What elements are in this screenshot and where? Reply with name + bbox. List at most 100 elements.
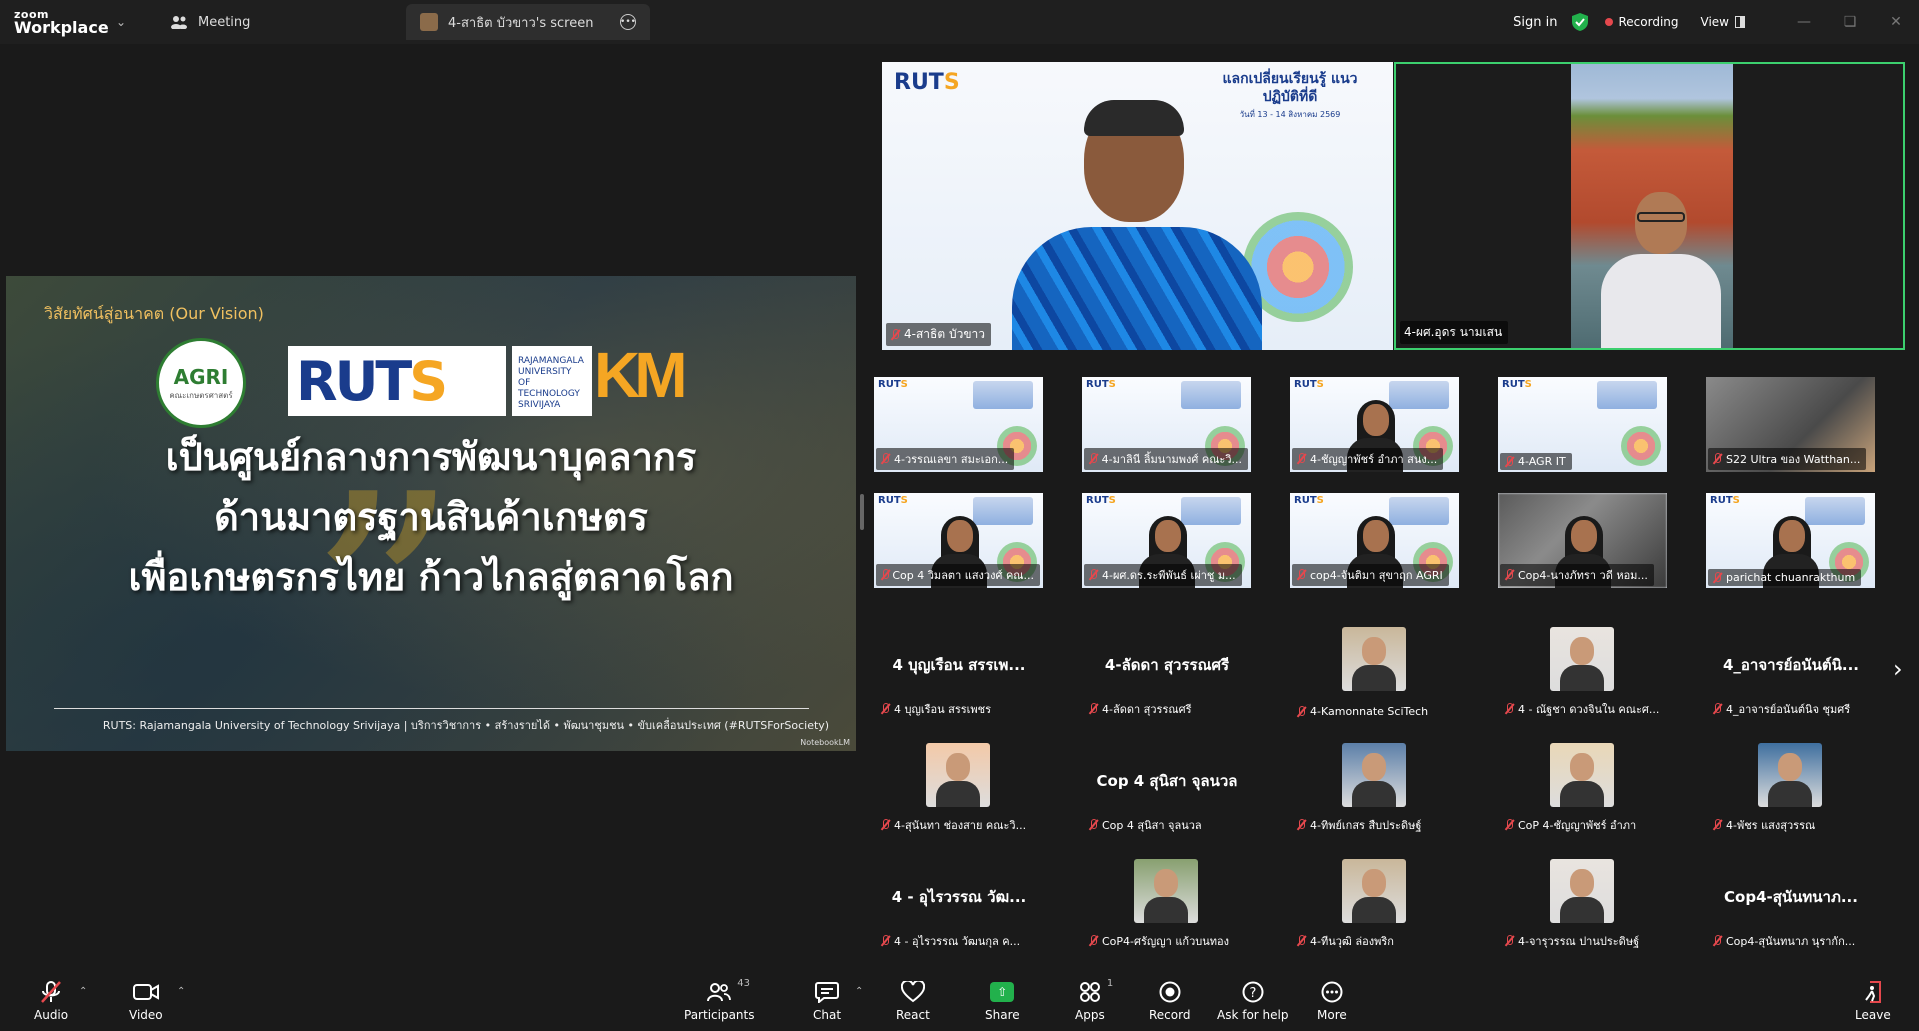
video-tile[interactable]: RUTS 4-วรรณเลขา สมะเอก... xyxy=(874,377,1043,472)
participant-tile[interactable]: 4-Kamonnate SciTech xyxy=(1290,627,1460,722)
top-right-controls: Sign in Recording View — ❏ ✕ xyxy=(1499,0,1919,44)
headline-line-1: เป็นศูนย์กลางการพัฒนาบุคลากร xyxy=(165,435,697,479)
ruts-logo-s: S xyxy=(900,379,908,390)
recording-indicator[interactable]: Recording xyxy=(1605,15,1679,29)
record-button[interactable]: Record xyxy=(1149,980,1190,1022)
chat-button[interactable]: Chat xyxy=(813,980,841,1022)
ruts-logo-s: S xyxy=(1524,379,1532,390)
name-tag: Cop4-นางภัทรา วดี หอม... xyxy=(1500,564,1654,586)
recording-label: Recording xyxy=(1618,15,1679,29)
share-button[interactable]: ⇧ Share xyxy=(985,980,1020,1022)
agri-logo: AGRI คณะเกษตรศาสตร์ xyxy=(156,338,246,428)
avatar xyxy=(420,13,438,31)
maximize-icon[interactable]: ❏ xyxy=(1827,14,1873,30)
more-button[interactable]: More xyxy=(1317,980,1347,1022)
react-label: React xyxy=(896,1008,930,1022)
chevron-up-icon[interactable]: ⌃ xyxy=(855,986,863,997)
zoom-logo[interactable]: zoom Workplace xyxy=(0,9,112,36)
more-options-icon[interactable]: ••• xyxy=(620,14,636,30)
split-resize-handle[interactable] xyxy=(860,494,864,530)
participant-tile[interactable]: 4-พัชร แสงสุวรรณ xyxy=(1706,743,1876,838)
participant-display-name: 4-ลัดดา สุวรรณศรี xyxy=(1104,656,1230,674)
video-tile[interactable]: RUTS 4-มาลินี ลิ้มนามพงศ์ คณะวิ... xyxy=(1082,377,1251,472)
participant-tile[interactable]: 4 - อุไรวรรณ วัฒ... 4 - อุไรวรรณ วัฒนกุล … xyxy=(874,859,1044,954)
participant-tile[interactable]: CoP4-ศรัญญา แก้วบนทอง xyxy=(1082,859,1252,954)
mic-muted-icon xyxy=(1088,935,1098,947)
chevron-up-icon[interactable]: ⌃ xyxy=(79,986,87,997)
mic-muted-icon xyxy=(1712,703,1722,715)
video-tile[interactable]: RUTS parichat chuanrakthum xyxy=(1706,493,1875,588)
participant-tile[interactable]: 4 - ณัฐชา ดวงจินใน คณะศ... xyxy=(1498,627,1668,722)
name-tag: 4-จารุวรรณ ปานประดิษฐ์ xyxy=(1500,930,1645,952)
participant-name: CoP 4-ชัญญาพัชร์ อำภา xyxy=(1518,819,1637,832)
video-tile[interactable]: RUTS 4-ชัญญาพัชร์ อำภา สนง... xyxy=(1290,377,1459,472)
ruts-logo: RUTS xyxy=(1086,495,1116,506)
record-label: Record xyxy=(1149,1008,1191,1022)
ruts-logo-s: S xyxy=(1732,495,1740,506)
video-tile[interactable]: S22 Ultra ของ Watthan... xyxy=(1706,377,1875,472)
video-tile-active-speaker[interactable]: 4-ผศ.อุดร นามเสน xyxy=(1394,62,1905,350)
ruts-logo-s: S xyxy=(943,70,960,95)
ruts-logo-text: RUT xyxy=(1086,379,1109,390)
close-icon[interactable]: ✕ xyxy=(1873,14,1919,30)
ruts-logo-text: RUT xyxy=(1294,379,1317,390)
chevron-right-icon[interactable]: › xyxy=(1893,655,1903,683)
mic-muted-icon xyxy=(1504,819,1514,831)
audio-label: Audio xyxy=(34,1008,69,1022)
video-tile-speaker[interactable]: RUTS แลกเปลี่ยนเรียนรู้ แนวปฏิบัติที่ดี … xyxy=(882,62,1393,350)
sign-in-link[interactable]: Sign in xyxy=(1499,15,1571,30)
video-tile[interactable]: RUTS cop4-จันติมา สุขาฤก AGRI xyxy=(1290,493,1459,588)
name-tag: 4-ชัญญาพัชร์ อำภา สนง... xyxy=(1292,448,1444,470)
participant-tile[interactable]: 4 บุญเรือน สรรเพ... 4 บุญเรือน สรรเพชร xyxy=(874,627,1044,722)
shield-icon[interactable] xyxy=(1571,12,1589,32)
mic-muted-icon xyxy=(1712,571,1722,584)
name-tag: 4-ทีนวุฒิ ล่องพริก xyxy=(1292,930,1400,952)
apps-button[interactable]: 1 Apps xyxy=(1075,978,1113,1022)
participant-tile[interactable]: 4-ลัดดา สุวรรณศรี 4-ลัดดา สุวรรณศรี xyxy=(1082,627,1252,722)
mic-muted-icon xyxy=(1088,703,1098,715)
tab-shared-screen[interactable]: 4-สาธิต บัวขาว's screen ••• xyxy=(406,4,650,40)
slide-footer: RUTS: Rajamangala University of Technolo… xyxy=(102,719,830,732)
view-button[interactable]: View xyxy=(1701,15,1745,29)
ruts-logo: RUTS xyxy=(288,346,506,416)
name-tag: 4-Kamonnate SciTech xyxy=(1292,703,1434,720)
shared-screen[interactable]: ” วิสัยทัศน์สู่อนาคต (Our Vision) AGRI ค… xyxy=(6,276,856,751)
video-button[interactable]: Video xyxy=(129,980,163,1022)
participant-name: 4-พัชร แสงสุวรรณ xyxy=(1726,819,1816,832)
participant-tile[interactable]: CoP 4-ชัญญาพัชร์ อำภา xyxy=(1498,743,1668,838)
mic-muted-icon xyxy=(1296,705,1306,718)
leave-label: Leave xyxy=(1855,1008,1891,1022)
participant-name: 4 - ณัฐชา ดวงจินใน คณะศ... xyxy=(1518,703,1660,716)
chevron-down-icon[interactable]: ⌄ xyxy=(116,15,156,29)
audio-button[interactable]: Audio xyxy=(34,980,68,1022)
participant-tile[interactable]: Cop4-สุนันทนาภ... Cop4-สุนันทนาภ นุรากัก.… xyxy=(1706,859,1876,954)
name-tag: 4 - อุไรวรรณ วัฒนกุล ค... xyxy=(876,930,1026,952)
participant-tile[interactable]: 4_อาจารย์อนันต์นิ... 4_อาจารย์อนันต์นิจ ช… xyxy=(1706,627,1876,722)
participant-tile[interactable]: 4-ทีนวุฒิ ล่องพริก xyxy=(1290,859,1460,954)
participant-tile[interactable]: Cop 4 สุนิสา จุลนวล Cop 4 สุนิสา จุลนวล xyxy=(1082,743,1252,838)
minimize-icon[interactable]: — xyxy=(1781,14,1827,30)
participant-tile[interactable]: 4-ทิพย์เกสร สืบประดิษฐ์ xyxy=(1290,743,1460,838)
participants-button[interactable]: 43 Participants xyxy=(684,978,755,1022)
video-tile[interactable]: RUTS 4-AGR IT xyxy=(1498,377,1667,472)
participant-tile[interactable]: 4-สุนันทา ช่องสาย คณะวิ... xyxy=(874,743,1044,838)
ruts-logo-s: S xyxy=(1108,495,1116,506)
share-label: Share xyxy=(985,1008,1020,1022)
tab-meeting[interactable]: Meeting xyxy=(156,4,406,40)
mic-muted-icon xyxy=(1504,455,1514,468)
video-tile[interactable]: RUTS Cop 4 วิมลตา แสงวงศ์ คณ... xyxy=(874,493,1043,588)
participant-name: Cop4-นางภัทรา วดี หอม... xyxy=(1518,569,1648,582)
heart-icon xyxy=(900,981,925,1003)
ruts-logo-text: RUT xyxy=(1710,495,1733,506)
chevron-up-icon[interactable]: ⌃ xyxy=(177,986,185,997)
ruts-logo: RUTS xyxy=(878,379,908,390)
participant-tile[interactable]: 4-จารุวรรณ ปานประดิษฐ์ xyxy=(1498,859,1668,954)
leave-button[interactable]: Leave xyxy=(1855,980,1891,1022)
video-tile[interactable]: RUTS 4-ผศ.ดร.ระพีพันธ์ เผ่าชู ม... xyxy=(1082,493,1251,588)
react-button[interactable]: React xyxy=(896,980,930,1022)
video-tile[interactable]: Cop4-นางภัทรา วดี หอม... xyxy=(1498,493,1667,588)
avatar xyxy=(926,743,990,807)
ruts-logo: RUTS xyxy=(878,495,908,506)
ask-for-help-button[interactable]: ? Ask for help xyxy=(1217,980,1288,1022)
participant-name: 4 บุญเรือน สรรเพชร xyxy=(894,703,992,716)
